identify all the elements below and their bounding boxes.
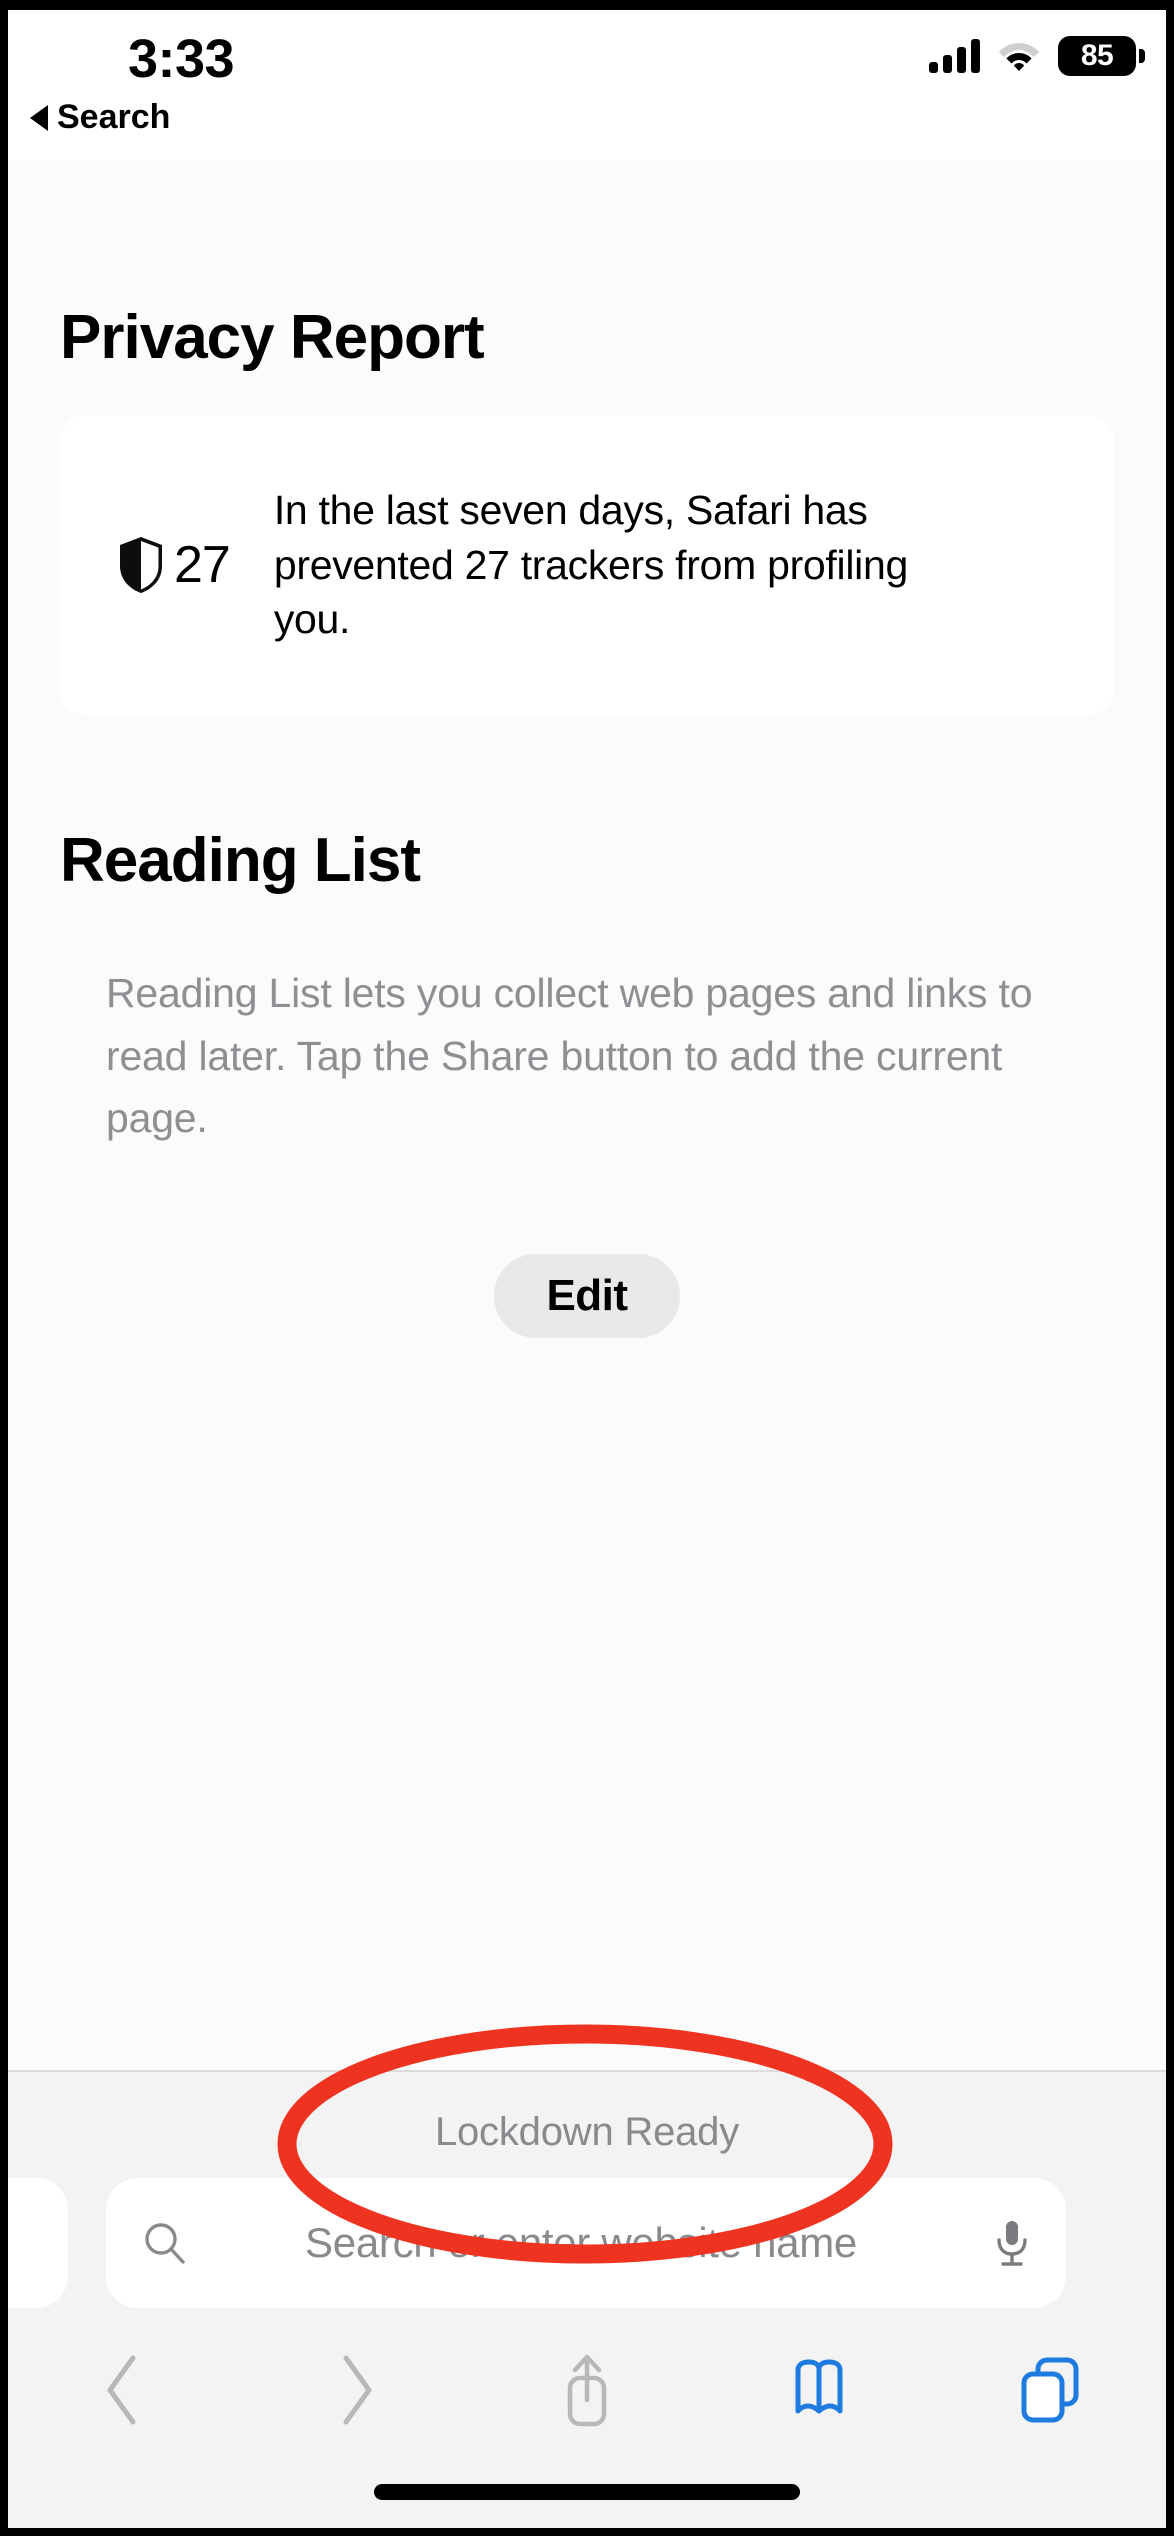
browser-bottom-bar: Lockdown Ready Search or enter website n… [8, 2070, 1166, 2528]
reading-list-title: Reading List [60, 826, 421, 895]
edit-button[interactable]: Edit [494, 1254, 680, 1339]
lockdown-status-label: Lockdown Ready [434, 2110, 740, 2154]
tracker-count-group: 27 [118, 535, 231, 595]
status-bar-indicators: 85 [929, 36, 1145, 76]
tabs-button[interactable] [934, 2330, 1166, 2450]
tab-strip: Search or enter website name [8, 2178, 1166, 2308]
privacy-report-card[interactable]: 27 In the last seven days, Safari has pr… [60, 415, 1114, 715]
start-page-content: Privacy Report 27 In the last seven days… [8, 160, 1166, 2082]
home-indicator [374, 2484, 800, 2500]
book-icon [795, 2359, 843, 2414]
share-button[interactable] [471, 2330, 703, 2450]
chevron-right-icon [343, 2355, 372, 2425]
cellular-bars-icon [929, 39, 980, 73]
browser-toolbar [8, 2330, 1166, 2450]
share-icon [567, 2354, 607, 2427]
address-bar[interactable]: Search or enter website name [106, 2178, 1066, 2308]
bookmarks-button[interactable] [703, 2330, 935, 2450]
address-bar-placeholder[interactable]: Search or enter website name [168, 2219, 994, 2267]
back-to-search-label: Search [57, 98, 171, 136]
privacy-report-description: In the last seven days, Safari has preve… [273, 487, 908, 643]
reading-list-description: Reading List lets you collect web pages … [106, 970, 1033, 1142]
back-to-search-link[interactable]: Search [30, 98, 170, 137]
back-button[interactable] [8, 2330, 240, 2450]
status-bar: 3:33 85 [8, 10, 1166, 90]
back-triangle-icon [30, 104, 48, 131]
phone-screen: 3:33 85 Search Privacy Report 27 In the … [0, 0, 1174, 2536]
chevron-left-icon [107, 2355, 136, 2425]
status-bar-time: 3:33 [128, 29, 235, 89]
tracker-count-label: 27 [174, 536, 231, 594]
adjacent-tab-card[interactable] [8, 2178, 68, 2308]
battery-icon: 85 [1058, 36, 1145, 76]
microphone-icon[interactable] [994, 2218, 1030, 2268]
tabs-icon [1021, 2357, 1079, 2423]
forward-button[interactable] [240, 2330, 472, 2450]
edit-button-row: Edit [8, 1254, 1166, 1339]
wifi-icon [999, 43, 1039, 71]
privacy-report-title: Privacy Report [60, 303, 485, 372]
shield-icon [120, 537, 162, 593]
battery-level-label: 85 [1080, 39, 1114, 72]
